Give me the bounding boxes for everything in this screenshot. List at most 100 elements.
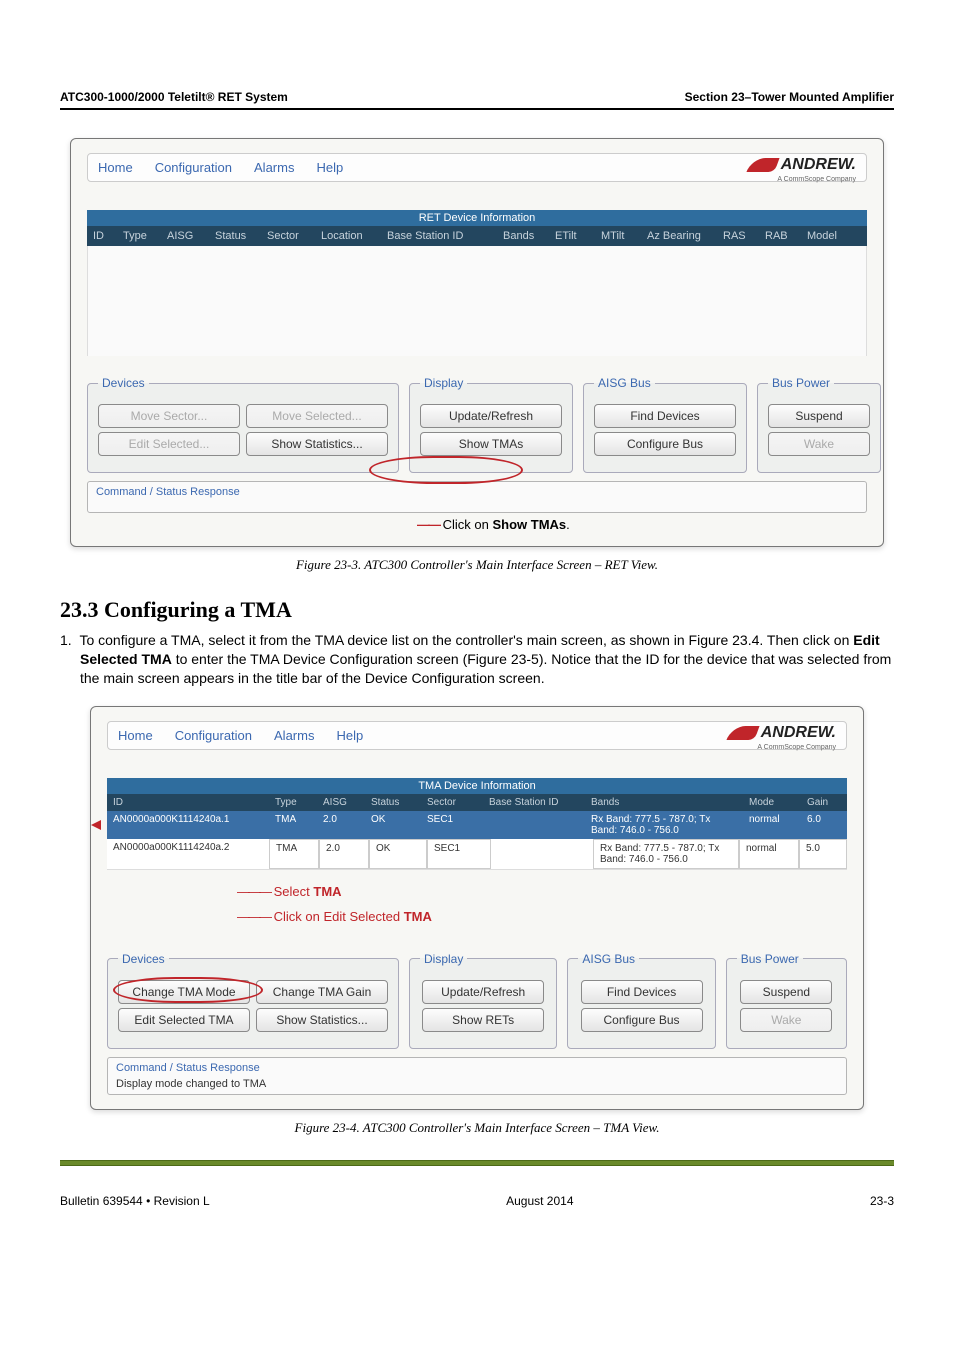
footer-right: 23-3 (870, 1194, 894, 1208)
col-sector: Sector (267, 230, 315, 242)
show-rets-button[interactable]: Show RETs (422, 1008, 544, 1032)
panel-display: Display Update/Refresh Show TMAs (409, 376, 573, 473)
col-bands: Bands (503, 230, 549, 242)
change-tma-gain-button[interactable]: Change TMA Gain (256, 980, 388, 1004)
col-type: Type (123, 230, 161, 242)
section-heading: 23.3 Configuring a TMA (60, 597, 894, 623)
edit-selected-button[interactable]: Edit Selected... (98, 432, 240, 456)
annot-line-icon-2: ——— (237, 909, 270, 924)
footer-left: Bulletin 639544 • Revision L (60, 1194, 210, 1208)
edit-selected-tma-button[interactable]: Edit Selected TMA (118, 1008, 250, 1032)
andrew-logo-2: ANDREW. A CommScope Company (729, 724, 836, 742)
menu-config-2[interactable]: Configuration (175, 728, 252, 743)
body-bold: Edit Selected TMA (80, 632, 880, 667)
col-bands-2: Bands (585, 794, 743, 811)
panel-devices: Devices Move Sector... Edit Selected... … (87, 376, 399, 473)
menu-home[interactable]: Home (98, 160, 133, 175)
show-statistics-button[interactable]: Show Statistics... (246, 432, 388, 456)
wake-button-2[interactable]: Wake (740, 1008, 832, 1032)
cell-id-2: AN0000a000K1114240a.2 (107, 839, 269, 869)
col-ras: RAS (723, 230, 759, 242)
col-aisg: AISG (167, 230, 209, 242)
update-refresh-button-2[interactable]: Update/Refresh (422, 980, 544, 1004)
tma-columns: ID Type AISG Status Sector Base Station … (107, 794, 847, 811)
body-paragraph: 1. To configure a TMA, select it from th… (80, 631, 894, 688)
col-mtilt: MTilt (601, 230, 641, 242)
col-model: Model (807, 230, 851, 242)
col-azbearing: Az Bearing (647, 230, 717, 242)
panel-aisg-2: AISG Bus Find Devices Configure Bus (567, 952, 715, 1049)
find-devices-button[interactable]: Find Devices (594, 404, 736, 428)
col-sector-2: Sector (421, 794, 483, 811)
find-devices-button-2[interactable]: Find Devices (581, 980, 703, 1004)
panel-power-2: Bus Power Suspend Wake (726, 952, 847, 1049)
status-label-2: Command / Status Response (116, 1062, 838, 1074)
cell-bands-2: Rx Band: 777.5 - 787.0; Tx Band: 746.0 -… (593, 839, 739, 869)
doc-header-right: Section 23–Tower Mounted Amplifier (685, 90, 894, 104)
menu-home-2[interactable]: Home (118, 728, 153, 743)
col-location: Location (321, 230, 381, 242)
suspend-button[interactable]: Suspend (768, 404, 870, 428)
empty-grid (87, 246, 867, 356)
wake-button[interactable]: Wake (768, 432, 870, 456)
configure-bus-button[interactable]: Configure Bus (594, 432, 736, 456)
logo-text: ANDREW. (781, 156, 856, 174)
annot-click-prefix: Click on Edit Selected (274, 909, 404, 924)
configure-bus-button-2[interactable]: Configure Bus (581, 1008, 703, 1032)
status-bar-2: Command / Status Response Display mode c… (107, 1057, 847, 1095)
col-type-2: Type (269, 794, 317, 811)
cell-gain-1: 6.0 (801, 811, 847, 839)
annot-select: ——— Select TMA (107, 870, 847, 905)
move-sector-button[interactable]: Move Sector... (98, 404, 240, 428)
tma-band-title: TMA Device Information (107, 778, 847, 794)
show-statistics-button-2[interactable]: Show Statistics... (256, 1008, 388, 1032)
menu-help[interactable]: Help (316, 160, 343, 175)
status-bar: Command / Status Response (87, 481, 867, 513)
col-status: Status (215, 230, 261, 242)
col-etilt: ETilt (555, 230, 595, 242)
menu-help-2[interactable]: Help (336, 728, 363, 743)
move-selected-button[interactable]: Move Selected... (246, 404, 388, 428)
cell-type-1: TMA (269, 811, 317, 839)
legend-power: Bus Power (768, 376, 834, 390)
cell-base-2 (491, 839, 593, 869)
callout-suffix: . (566, 517, 570, 532)
suspend-button-2[interactable]: Suspend (740, 980, 832, 1004)
callout-line-icon: —— (417, 517, 439, 532)
update-refresh-button[interactable]: Update/Refresh (420, 404, 562, 428)
cell-bands-1: Rx Band: 777.5 - 787.0; Tx Band: 746.0 -… (585, 811, 743, 839)
legend-devices: Devices (98, 376, 149, 390)
menu-alarms-2[interactable]: Alarms (274, 728, 314, 743)
col-base: Base Station ID (387, 230, 497, 242)
annot-select-bold: TMA (313, 884, 341, 899)
cell-base-1 (483, 811, 585, 839)
menu-alarms[interactable]: Alarms (254, 160, 294, 175)
ret-columns: ID Type AISG Status Sector Location Base… (87, 226, 867, 246)
cell-sector-1: SEC1 (421, 811, 483, 839)
figure-23-4: Home Configuration Alarms Help ANDREW. A… (90, 706, 864, 1110)
arrow-icon (91, 820, 101, 830)
col-rab: RAB (765, 230, 801, 242)
callout-bold: Show TMAs (492, 517, 566, 532)
cell-status-1: OK (365, 811, 421, 839)
legend-aisg-2: AISG Bus (578, 952, 639, 966)
annot-select-prefix: Select (274, 884, 314, 899)
panel-aisg: AISG Bus Find Devices Configure Bus (583, 376, 747, 473)
logo-subtext-2: A CommScope Company (757, 744, 836, 751)
col-id: ID (93, 230, 117, 242)
footer-center: August 2014 (506, 1194, 573, 1208)
change-tma-mode-button[interactable]: Change TMA Mode (118, 980, 250, 1004)
status-text-2: Display mode changed to TMA (116, 1074, 838, 1090)
table-row[interactable]: AN0000a000K1114240a.2 TMA 2.0 OK SEC1 Rx… (107, 839, 847, 870)
panel-display-2: Display Update/Refresh Show RETs (409, 952, 557, 1049)
table-row-selected[interactable]: AN0000a000K1114240a.1 TMA 2.0 OK SEC1 Rx… (107, 811, 847, 839)
callout-show-tmas: —— Click on Show TMAs. (87, 517, 867, 532)
annot-click: ——— Click on Edit Selected TMA (107, 905, 847, 948)
menu-config[interactable]: Configuration (155, 160, 232, 175)
figure-23-3-caption: Figure 23-3. ATC300 Controller's Main In… (60, 557, 894, 573)
callout-prefix: Click on (443, 517, 493, 532)
menubar-2: Home Configuration Alarms Help ANDREW. A… (107, 721, 847, 750)
cell-sector-2: SEC1 (427, 839, 491, 869)
show-tmas-button[interactable]: Show TMAs (420, 432, 562, 456)
col-gain-2: Gain (801, 794, 847, 811)
